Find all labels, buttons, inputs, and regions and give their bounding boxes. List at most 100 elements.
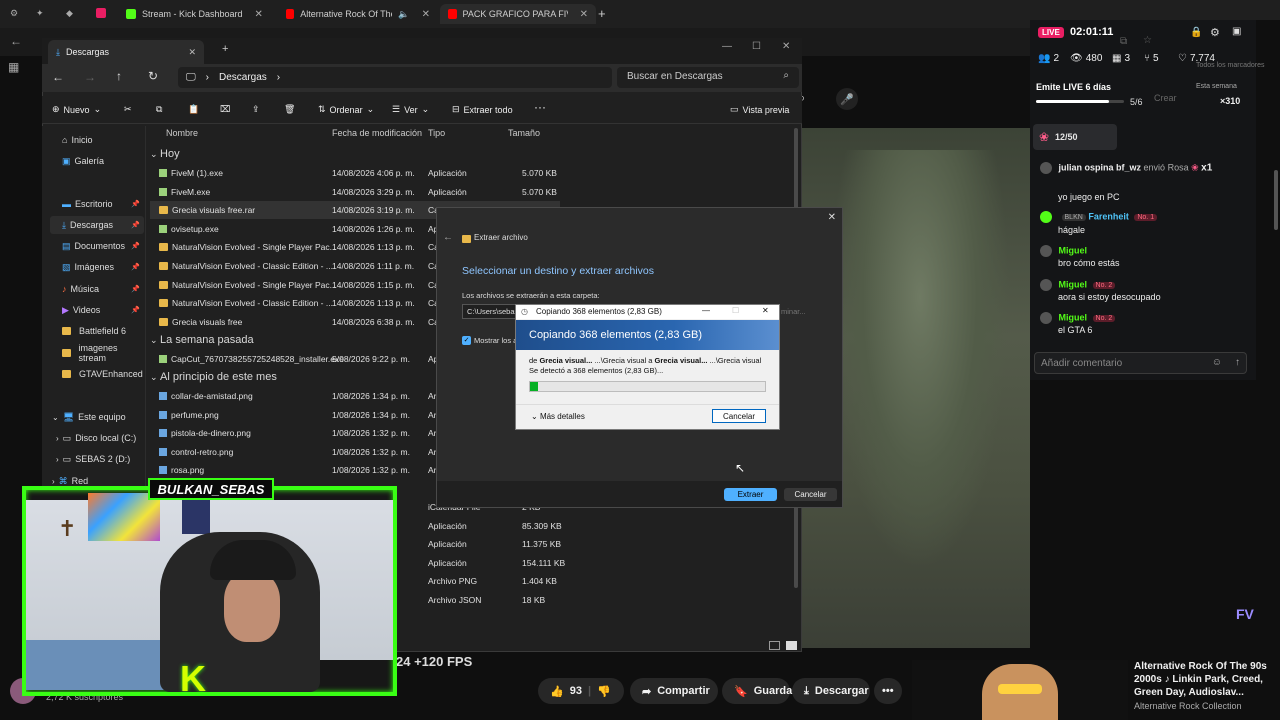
more-icon[interactable]: ···: [534, 100, 546, 114]
show-files-checkbox[interactable]: ✓: [462, 336, 471, 345]
cancel-button[interactable]: Cancelar: [784, 488, 837, 501]
new-button[interactable]: ⊕ Nuevo ⌄: [52, 104, 101, 115]
new-tab-icon[interactable]: +: [222, 43, 228, 55]
more-actions-button[interactable]: •••: [874, 678, 902, 704]
preview-button[interactable]: ▭ Vista previa: [730, 104, 789, 115]
extract-button[interactable]: Extraer: [724, 488, 777, 501]
sidebar-item-music[interactable]: ♪ Música 📌: [50, 280, 144, 298]
share-icon[interactable]: ⇪: [252, 104, 260, 115]
explorer-tab[interactable]: ⤓ Descargas ✕: [48, 40, 204, 64]
sidebar-item-imagenes-stream[interactable]: imagenes stream: [50, 343, 144, 363]
browse-button[interactable]: minar...: [781, 307, 806, 316]
back-icon[interactable]: ←: [443, 232, 453, 243]
group-header-today[interactable]: ⌄ Hoy: [150, 148, 180, 160]
sidebar-item-videos[interactable]: ▶ Videos 📌: [50, 301, 144, 319]
column-size[interactable]: Tamaño: [508, 128, 540, 138]
address-bar[interactable]: 🖵 › Descargas ›: [178, 67, 612, 88]
share-button[interactable]: ➦ Compartir: [630, 678, 718, 704]
refresh-icon[interactable]: ↻: [148, 69, 158, 83]
shield-icon[interactable]: ✦: [36, 8, 44, 19]
group-header-this-month[interactable]: ⌄ Al principio de este mes: [150, 371, 277, 383]
scrollbar[interactable]: [1274, 170, 1278, 230]
bookmarks-link[interactable]: Todos los marcadores: [1196, 62, 1264, 69]
save-button[interactable]: 🔖 Guardar: [722, 678, 797, 704]
popout-icon[interactable]: ⧉: [1120, 36, 1127, 47]
pin-icon[interactable]: 📌: [131, 285, 140, 293]
close-icon[interactable]: ✕: [782, 41, 790, 52]
close-icon[interactable]: ✕: [762, 306, 769, 315]
emoji-icon[interactable]: ☺: [1212, 357, 1222, 368]
sidebar-item-gtav[interactable]: GTAVEnhanced: [50, 365, 144, 383]
delete-icon[interactable]: 🗑: [284, 104, 295, 115]
pin-icon[interactable]: 📌: [131, 242, 140, 250]
browser-tab-kick[interactable]: Stream - Kick Dashboard ✕: [118, 4, 276, 24]
thumbs-down-icon[interactable]: 👎: [597, 685, 611, 698]
speaker-icon[interactable]: 🔈: [398, 9, 409, 20]
chat-input[interactable]: Añadir comentario ☺ ↑: [1034, 352, 1247, 374]
star-icon[interactable]: ☆: [1143, 35, 1152, 46]
next-video-channel[interactable]: Alternative Rock Collection: [1134, 701, 1242, 711]
send-icon[interactable]: ↑: [1235, 357, 1240, 368]
column-modified[interactable]: Fecha de modificación: [332, 128, 422, 138]
up-icon[interactable]: ↑: [116, 69, 122, 83]
back-icon[interactable]: ←: [52, 70, 64, 84]
create-button[interactable]: Crear: [1154, 93, 1177, 103]
details-view-icon[interactable]: [769, 641, 780, 650]
sidebar-item-drive-d[interactable]: › ▭ SEBAS 2 (D:): [50, 450, 144, 468]
download-button[interactable]: ⤓ Descargar: [792, 678, 870, 704]
view-button[interactable]: ☰ Ver ⌄: [392, 104, 429, 115]
sidebar-item-home[interactable]: ⌂ Inicio: [50, 131, 144, 149]
file-row[interactable]: FiveM.exe 14/08/2026 3:29 p. m. Aplicación…: [150, 183, 560, 201]
copy-icon[interactable]: ⧉: [156, 104, 162, 115]
cut-icon[interactable]: ✂: [124, 104, 132, 115]
chat-user[interactable]: Miguel: [1059, 245, 1088, 255]
mic-icon[interactable]: 🎤: [836, 88, 858, 110]
close-icon[interactable]: ✕: [188, 47, 196, 58]
next-video-thumbnail[interactable]: [912, 660, 1128, 720]
forward-icon[interactable]: →: [84, 70, 96, 84]
close-icon[interactable]: ✕: [580, 9, 588, 20]
back-icon[interactable]: ←: [10, 34, 22, 48]
close-icon[interactable]: ✕: [828, 212, 836, 223]
chevron-right-icon[interactable]: ›: [56, 434, 59, 443]
pin-icon[interactable]: 📌: [131, 306, 140, 314]
chevron-right-icon[interactable]: ›: [52, 477, 55, 486]
sidebar-item-desktop[interactable]: ▬ Escritorio 📌: [50, 195, 144, 213]
minimize-icon[interactable]: —: [722, 41, 732, 52]
browser-back-icon[interactable]: ⚙: [10, 8, 18, 19]
maximize-icon[interactable]: ☐: [752, 41, 761, 52]
minimize-icon[interactable]: —: [702, 306, 710, 315]
chat-user[interactable]: Farenheit: [1088, 211, 1129, 221]
copy-cancel-button[interactable]: Cancelar: [712, 409, 766, 423]
sidebar-item-drive-c[interactable]: › ▭ Disco local (C:): [50, 429, 144, 447]
browser-tab-pack[interactable]: PACK GRAFICO PARA FIVEM ✕: [440, 4, 596, 24]
like-button[interactable]: 👍 93 | 👎: [538, 678, 624, 704]
from-name[interactable]: Grecia visual...: [539, 356, 592, 365]
extract-all-button[interactable]: ⊟ Extraer todo: [452, 104, 513, 115]
layout-icon[interactable]: ▣: [1232, 26, 1241, 37]
apps-icon[interactable]: ▦: [8, 60, 19, 74]
sidebar-item-pictures[interactable]: ▧ Imágenes 📌: [50, 258, 144, 276]
chevron-down-icon[interactable]: ⌄: [52, 413, 59, 422]
sidebar-item-this-pc[interactable]: ⌄ 🖥 Este equipo: [50, 408, 144, 426]
extension-icon[interactable]: ◆: [66, 8, 73, 19]
pinned-tab-icon[interactable]: [96, 8, 106, 18]
pin-icon[interactable]: 📌: [131, 263, 140, 271]
next-video-title[interactable]: Alternative Rock Of The 90s 2000s ♪ Link…: [1134, 660, 1274, 699]
rename-icon[interactable]: ⌧: [220, 104, 230, 115]
sidebar-item-battlefield[interactable]: Battlefield 6: [50, 322, 144, 340]
paste-icon[interactable]: 📋: [188, 104, 199, 115]
more-details-button[interactable]: ⌄ Más detalles: [531, 412, 585, 421]
breadcrumb[interactable]: Descargas: [219, 72, 267, 83]
chat-user[interactable]: Miguel: [1059, 312, 1088, 322]
sidebar-item-downloads[interactable]: ⤓ Descargas 📌: [50, 216, 144, 234]
pin-icon[interactable]: 📌: [131, 200, 140, 208]
browser-tab-youtube[interactable]: Alternative Rock Of The 90s 🔈 ✕: [278, 4, 438, 24]
search-input[interactable]: Buscar en Descargas ⌕: [617, 67, 799, 88]
new-tab-icon[interactable]: +: [598, 6, 606, 21]
maximize-icon[interactable]: ☐: [732, 306, 739, 315]
sidebar-item-gallery[interactable]: ▣ Galería: [50, 152, 144, 170]
destination-input[interactable]: C:\Users\sebas: [462, 304, 518, 319]
sort-button[interactable]: ⇅ Ordenar ⌄: [318, 104, 374, 115]
chevron-right-icon[interactable]: ›: [56, 455, 59, 464]
